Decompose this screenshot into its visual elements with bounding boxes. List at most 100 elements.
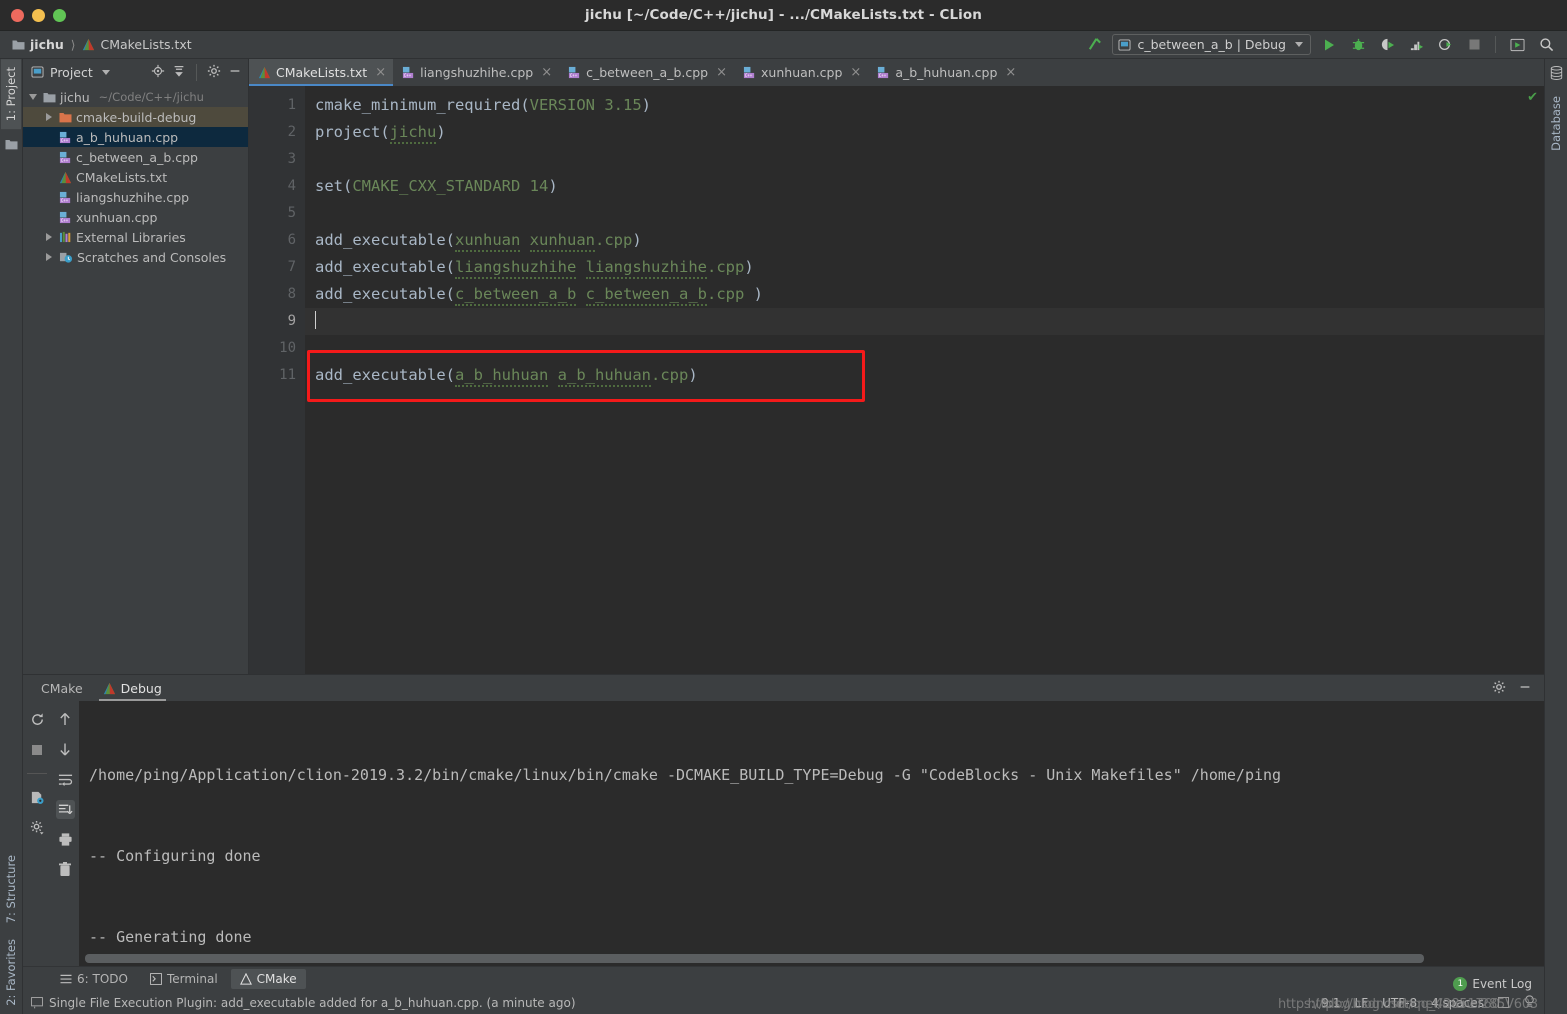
tool-window-actions xyxy=(1492,679,1544,698)
console-horizontal-scrollbar[interactable] xyxy=(85,954,1424,963)
run-config-icon xyxy=(1118,38,1131,51)
cmake-settings-icon[interactable] xyxy=(28,788,47,807)
file-encoding[interactable]: UTF-8 xyxy=(1382,996,1417,1010)
settings-gear-icon[interactable] xyxy=(207,63,221,82)
close-button[interactable] xyxy=(11,8,24,22)
print-icon[interactable] xyxy=(56,830,75,849)
search-everywhere-icon[interactable] xyxy=(1535,34,1557,56)
sidebar-item-project[interactable]: 1: Project xyxy=(1,59,21,130)
code-line-8: add_executable(c_between_a_b c_between_a… xyxy=(305,281,1544,308)
close-icon[interactable]: × xyxy=(541,65,552,80)
debug-icon[interactable] xyxy=(1347,34,1369,56)
editor-tab-c-between-a-b[interactable]: C++ c_between_a_b.cpp × xyxy=(559,59,734,86)
close-icon[interactable]: × xyxy=(1005,65,1016,80)
message-icon xyxy=(31,996,43,1008)
minimize-button[interactable] xyxy=(32,8,45,22)
cmake-console-output[interactable]: /home/ping/Application/clion-2019.3.2/bi… xyxy=(79,701,1544,966)
sidebar-item-favorites[interactable]: 2: Favorites xyxy=(1,931,21,1014)
tree-node-cmake-build-debug[interactable]: cmake-build-debug xyxy=(23,107,248,127)
chevron-down-icon[interactable] xyxy=(27,94,39,100)
settings-gear-icon[interactable] xyxy=(1492,679,1506,698)
tree-node-jichu[interactable]: jichu ~/Code/C++/jichu xyxy=(23,87,248,107)
tree-node-a-b-huhuan-cpp[interactable]: C++ a_b_huhuan.cpp xyxy=(23,127,248,147)
bottom-tab-label: 6: TODO xyxy=(77,972,128,986)
close-icon[interactable]: × xyxy=(375,65,386,80)
upper-area: Project jichu ~/Code/C++/jichu cmake-bui… xyxy=(23,59,1544,674)
sidebar-item-structure[interactable]: 7: Structure xyxy=(1,847,21,931)
tree-node-scratches-and-consoles[interactable]: Scratches and Consoles xyxy=(23,247,248,267)
console-toolbar-column-left xyxy=(23,707,51,966)
tree-node-liangshuzhihe-cpp[interactable]: C++ liangshuzhihe.cpp xyxy=(23,187,248,207)
tool-window-tab-debug[interactable]: Debug xyxy=(93,675,172,701)
hide-icon[interactable] xyxy=(228,63,242,82)
line-separator[interactable]: LF xyxy=(1355,996,1369,1010)
indent-setting[interactable]: 4 spaces xyxy=(1431,996,1484,1010)
status-message-container[interactable]: Single File Execution Plugin: add_execut… xyxy=(31,996,576,1010)
profile-icon[interactable] xyxy=(1405,34,1427,56)
event-log-button[interactable]: 1 Event Log xyxy=(1453,977,1532,991)
bottom-tab-cmake[interactable]: CMake xyxy=(230,969,306,989)
stop-icon[interactable] xyxy=(1463,34,1485,56)
folder-strip-icon xyxy=(5,129,18,154)
soft-wrap-icon[interactable] xyxy=(56,770,75,789)
tree-node-label: CMakeLists.txt xyxy=(76,169,168,185)
tree-node-external-libraries[interactable]: External Libraries xyxy=(23,227,248,247)
close-icon[interactable]: × xyxy=(716,65,727,80)
clear-all-icon[interactable] xyxy=(56,860,75,879)
read-only-icon[interactable] xyxy=(1498,997,1509,1008)
cmake-file-icon xyxy=(258,66,271,79)
window-controls xyxy=(0,8,66,22)
code-editor[interactable]: 1 2 3 4 5 6 7 8 9 10 11 cmake_minimum_re… xyxy=(249,86,1544,674)
chevron-right-icon[interactable] xyxy=(43,233,55,241)
line-number: 10 xyxy=(279,340,296,356)
scroll-down-icon[interactable] xyxy=(56,740,75,759)
run-icon[interactable] xyxy=(1318,34,1340,56)
close-icon[interactable]: × xyxy=(850,65,861,80)
build-hammer-icon[interactable] xyxy=(1083,34,1105,56)
editor-tab-a-b-huhuan[interactable]: C++ a_b_huhuan.cpp × xyxy=(868,59,1023,86)
project-panel-title: Project xyxy=(50,64,93,80)
breadcrumb-item-file[interactable]: CMakeLists.txt xyxy=(82,37,192,52)
inspections-icon[interactable] xyxy=(1523,994,1536,1011)
update-icon[interactable] xyxy=(1506,34,1528,56)
right-tool-strip: Database xyxy=(1544,59,1567,1014)
tree-node-xunhuan-cpp[interactable]: C++ xunhuan.cpp xyxy=(23,207,248,227)
line-number: 4 xyxy=(287,178,296,194)
inspections-status-icon[interactable]: ✔ xyxy=(1527,90,1538,105)
editor-tab-xunhuan[interactable]: C++ xunhuan.cpp × xyxy=(734,59,868,86)
chevron-right-icon[interactable] xyxy=(43,113,55,121)
run-with-coverage-icon[interactable] xyxy=(1376,34,1398,56)
editor-tab-cmakelists[interactable]: CMakeLists.txt × xyxy=(249,59,394,86)
editor-tab-liangshuzhihe[interactable]: C++ liangshuzhihe.cpp × xyxy=(393,59,559,86)
bottom-tab-todo[interactable]: 6: TODO xyxy=(51,969,137,989)
scroll-to-end-icon[interactable] xyxy=(55,800,75,819)
project-tree[interactable]: jichu ~/Code/C++/jichu cmake-build-debug… xyxy=(23,85,248,674)
breadcrumb-item-project[interactable]: jichu xyxy=(12,37,64,52)
stop-icon[interactable] xyxy=(28,740,47,759)
chevron-down-icon[interactable] xyxy=(101,69,110,75)
bottom-tab-terminal[interactable]: Terminal xyxy=(141,969,227,989)
maximize-button[interactable] xyxy=(53,8,66,22)
sidebar-item-database[interactable]: Database xyxy=(1546,88,1566,159)
locate-icon[interactable] xyxy=(151,63,165,82)
scroll-up-icon[interactable] xyxy=(56,710,75,729)
gear-dropdown-icon[interactable] xyxy=(28,818,47,837)
cmake-tool-window: CMake Debug /home/ping/Application/clion… xyxy=(23,674,1544,966)
tree-node-cmakelists-txt[interactable]: CMakeLists.txt xyxy=(23,167,248,187)
hide-icon[interactable] xyxy=(1518,679,1532,698)
svg-text:C++: C++ xyxy=(745,73,753,78)
toolbar-divider xyxy=(1495,36,1496,53)
chevron-right-icon[interactable] xyxy=(43,253,55,261)
run-configuration-selector[interactable]: c_between_a_b | Debug xyxy=(1112,34,1311,55)
tool-window-tab-cmake[interactable]: CMake xyxy=(31,675,93,701)
collapse-all-icon[interactable] xyxy=(172,63,186,82)
breadcrumb-label: CMakeLists.txt xyxy=(100,37,192,52)
cmake-icon xyxy=(239,973,252,985)
code-text[interactable]: cmake_minimum_required(VERSION 3.15) pro… xyxy=(305,86,1544,674)
attach-icon[interactable] xyxy=(1434,34,1456,56)
tree-node-c-between-a-b-cpp[interactable]: C++ c_between_a_b.cpp xyxy=(23,147,248,167)
rerun-icon[interactable] xyxy=(28,710,47,729)
caret-position[interactable]: 9:1 xyxy=(1321,996,1340,1010)
